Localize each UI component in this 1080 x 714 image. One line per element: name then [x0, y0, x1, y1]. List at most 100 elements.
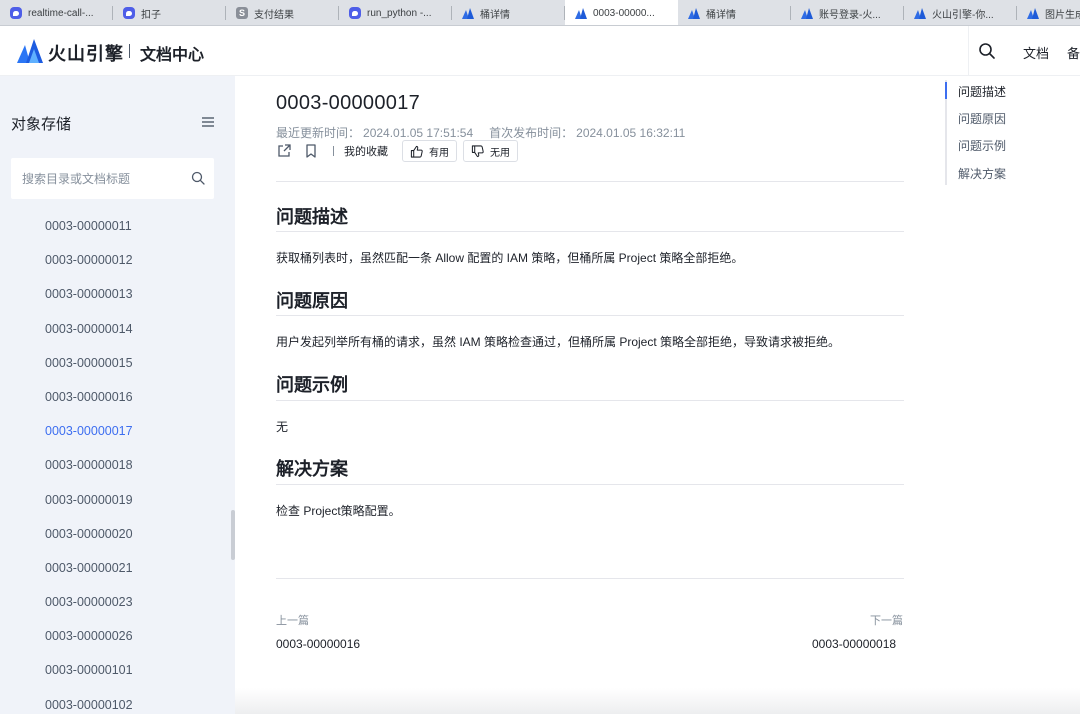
browser-tab-label: 支付结果 [254, 9, 294, 21]
section-body-description: 获取桶列表时，虽然匹配一条 Allow 配置的 IAM 策略，但桶所属 Proj… [276, 251, 744, 265]
doc-center-title[interactable]: 文档中心 [140, 41, 204, 65]
browser-tab-label: realtime-call-... [28, 7, 94, 19]
browser-tab[interactable]: S 支付结果 [226, 0, 339, 25]
pager-divider [276, 578, 904, 579]
section-divider [276, 484, 904, 485]
browser-tab-label: 账号登录-火... [819, 9, 881, 21]
sidebar-item[interactable]: 0003-00000015 [0, 346, 235, 380]
thumbs-up-icon [410, 145, 423, 158]
useless-label: 无用 [490, 147, 510, 159]
site-header: 火山引擎 文档中心 文档 备 [0, 26, 1080, 76]
browser-tab[interactable]: 账号登录-火... [791, 0, 904, 25]
browser-tab-active[interactable]: 0003-00000... [565, 0, 678, 25]
useless-button[interactable]: 无用 [463, 140, 518, 162]
browser-tab[interactable]: 火山引擎-你... [904, 0, 1017, 25]
title-divider [276, 181, 904, 182]
chat-bot-icon [123, 7, 135, 19]
browser-tab-label: 0003-00000... [593, 7, 655, 19]
action-divider [333, 146, 334, 156]
section-body-solution: 检查 Project策略配置。 [276, 504, 401, 518]
browser-tab[interactable]: 桶详情 [678, 0, 791, 25]
volcano-logo-icon [1027, 7, 1039, 19]
header-divider [968, 26, 969, 76]
section-divider [276, 315, 904, 316]
section-body-cause: 用户发起列举所有桶的请求，虽然 IAM 策略检查通过，但桶所属 Project … [276, 335, 841, 349]
sidebar-item[interactable]: 0003-00000102 [0, 688, 235, 714]
sidebar-search-input[interactable] [11, 158, 214, 199]
published-label: 首次发布时间： [489, 126, 574, 140]
doc-sidebar: 对象存储 0003-00000011 0003-00000012 0003-00… [0, 76, 235, 714]
sidebar-item-active[interactable]: 0003-00000017 [0, 414, 235, 448]
prev-doc-link[interactable]: 0003-00000016 [276, 637, 360, 651]
browser-tab[interactable]: 桶详情 [452, 0, 565, 25]
outline-item-solution[interactable]: 解决方案 [958, 165, 1006, 182]
browser-tab-label: 桶详情 [480, 9, 510, 21]
page-title: 0003-00000017 [276, 92, 421, 114]
sidebar-item[interactable]: 0003-00000011 [0, 209, 235, 243]
section-heading-solution: 解决方案 [276, 459, 348, 479]
volcano-logo-icon[interactable] [17, 39, 43, 63]
section-heading-cause: 问题原因 [276, 291, 348, 311]
doc-article: 0003-00000017 最近更新时间： 2024.01.05 17:51:54… [235, 76, 945, 714]
sidebar-title: 对象存储 [11, 116, 72, 133]
browser-tab[interactable]: 扣子 [113, 0, 226, 25]
browser-tab-label: 扣子 [141, 9, 161, 21]
outline-item-cause[interactable]: 问题原因 [958, 110, 1006, 127]
browser-tab[interactable]: run_python -... [339, 0, 452, 25]
volcano-logo-icon [575, 7, 587, 19]
volcano-logo-icon [462, 7, 474, 19]
section-divider [276, 400, 904, 401]
favorite-link[interactable]: 我的收藏 [344, 143, 388, 159]
sidebar-item[interactable]: 0003-00000021 [0, 551, 235, 585]
sidebar-search-box [11, 158, 214, 199]
sidebar-item[interactable]: 0003-00000013 [0, 277, 235, 311]
sidebar-item[interactable]: 0003-00000101 [0, 653, 235, 687]
doc-actions: 我的收藏 有用 无用 [276, 139, 524, 163]
sidebar-item[interactable]: 0003-00000012 [0, 243, 235, 277]
browser-tab[interactable]: 图片生成 A [1017, 0, 1080, 25]
browser-tab[interactable]: realtime-call-... [0, 0, 113, 25]
nav-link-more[interactable]: 备 [1067, 43, 1080, 62]
sidebar-item[interactable]: 0003-00000019 [0, 483, 235, 517]
thumbs-down-icon [471, 144, 484, 157]
volcano-logo-icon [914, 7, 926, 19]
browser-tab-label: 图片生成 A [1045, 9, 1080, 21]
prev-label: 上一篇 [276, 615, 309, 627]
bookmark-icon[interactable] [303, 143, 319, 159]
chat-bot-icon [349, 7, 361, 19]
s-letter-icon: S [236, 7, 248, 19]
sidebar-item[interactable]: 0003-00000023 [0, 585, 235, 619]
browser-tab-strip: realtime-call-... 扣子 S 支付结果 run_python -… [0, 0, 1080, 26]
page-bottom-shade [235, 688, 1080, 714]
volcano-logo-icon [688, 7, 700, 19]
section-divider [276, 231, 904, 232]
published-value: 2024.01.05 16:32:11 [576, 126, 686, 140]
section-heading-example: 问题示例 [276, 375, 348, 395]
sidebar-doc-list: 0003-00000011 0003-00000012 0003-0000001… [0, 209, 235, 714]
nav-link-docs[interactable]: 文档 [1023, 43, 1049, 62]
section-body-example: 无 [276, 420, 289, 434]
browser-tab-label: 火山引擎-你... [932, 9, 994, 21]
sidebar-item[interactable]: 0003-00000020 [0, 517, 235, 551]
outline-active-indicator [945, 82, 947, 99]
sidebar-item[interactable]: 0003-00000014 [0, 312, 235, 346]
useful-label: 有用 [429, 147, 449, 159]
search-icon[interactable] [191, 171, 205, 185]
sidebar-item[interactable]: 0003-00000016 [0, 380, 235, 414]
browser-tab-label: 桶详情 [706, 9, 736, 21]
share-icon[interactable] [276, 143, 292, 159]
next-doc-link[interactable]: 0003-00000018 [812, 637, 896, 651]
outline-item-description[interactable]: 问题描述 [958, 83, 1006, 100]
brand-name[interactable]: 火山引擎 [48, 40, 124, 66]
volcano-logo-icon [801, 7, 813, 19]
outline-item-example[interactable]: 问题示例 [958, 137, 1006, 154]
browser-tab-label: run_python -... [367, 7, 432, 19]
sidebar-item[interactable]: 0003-00000026 [0, 619, 235, 653]
sidebar-item[interactable]: 0003-00000018 [0, 448, 235, 482]
next-label: 下一篇 [870, 615, 903, 627]
useful-button[interactable]: 有用 [402, 140, 457, 162]
search-icon[interactable] [978, 42, 996, 60]
menu-icon[interactable] [201, 116, 215, 128]
chat-bot-icon [10, 7, 22, 19]
updated-label: 最近更新时间： [276, 126, 361, 140]
